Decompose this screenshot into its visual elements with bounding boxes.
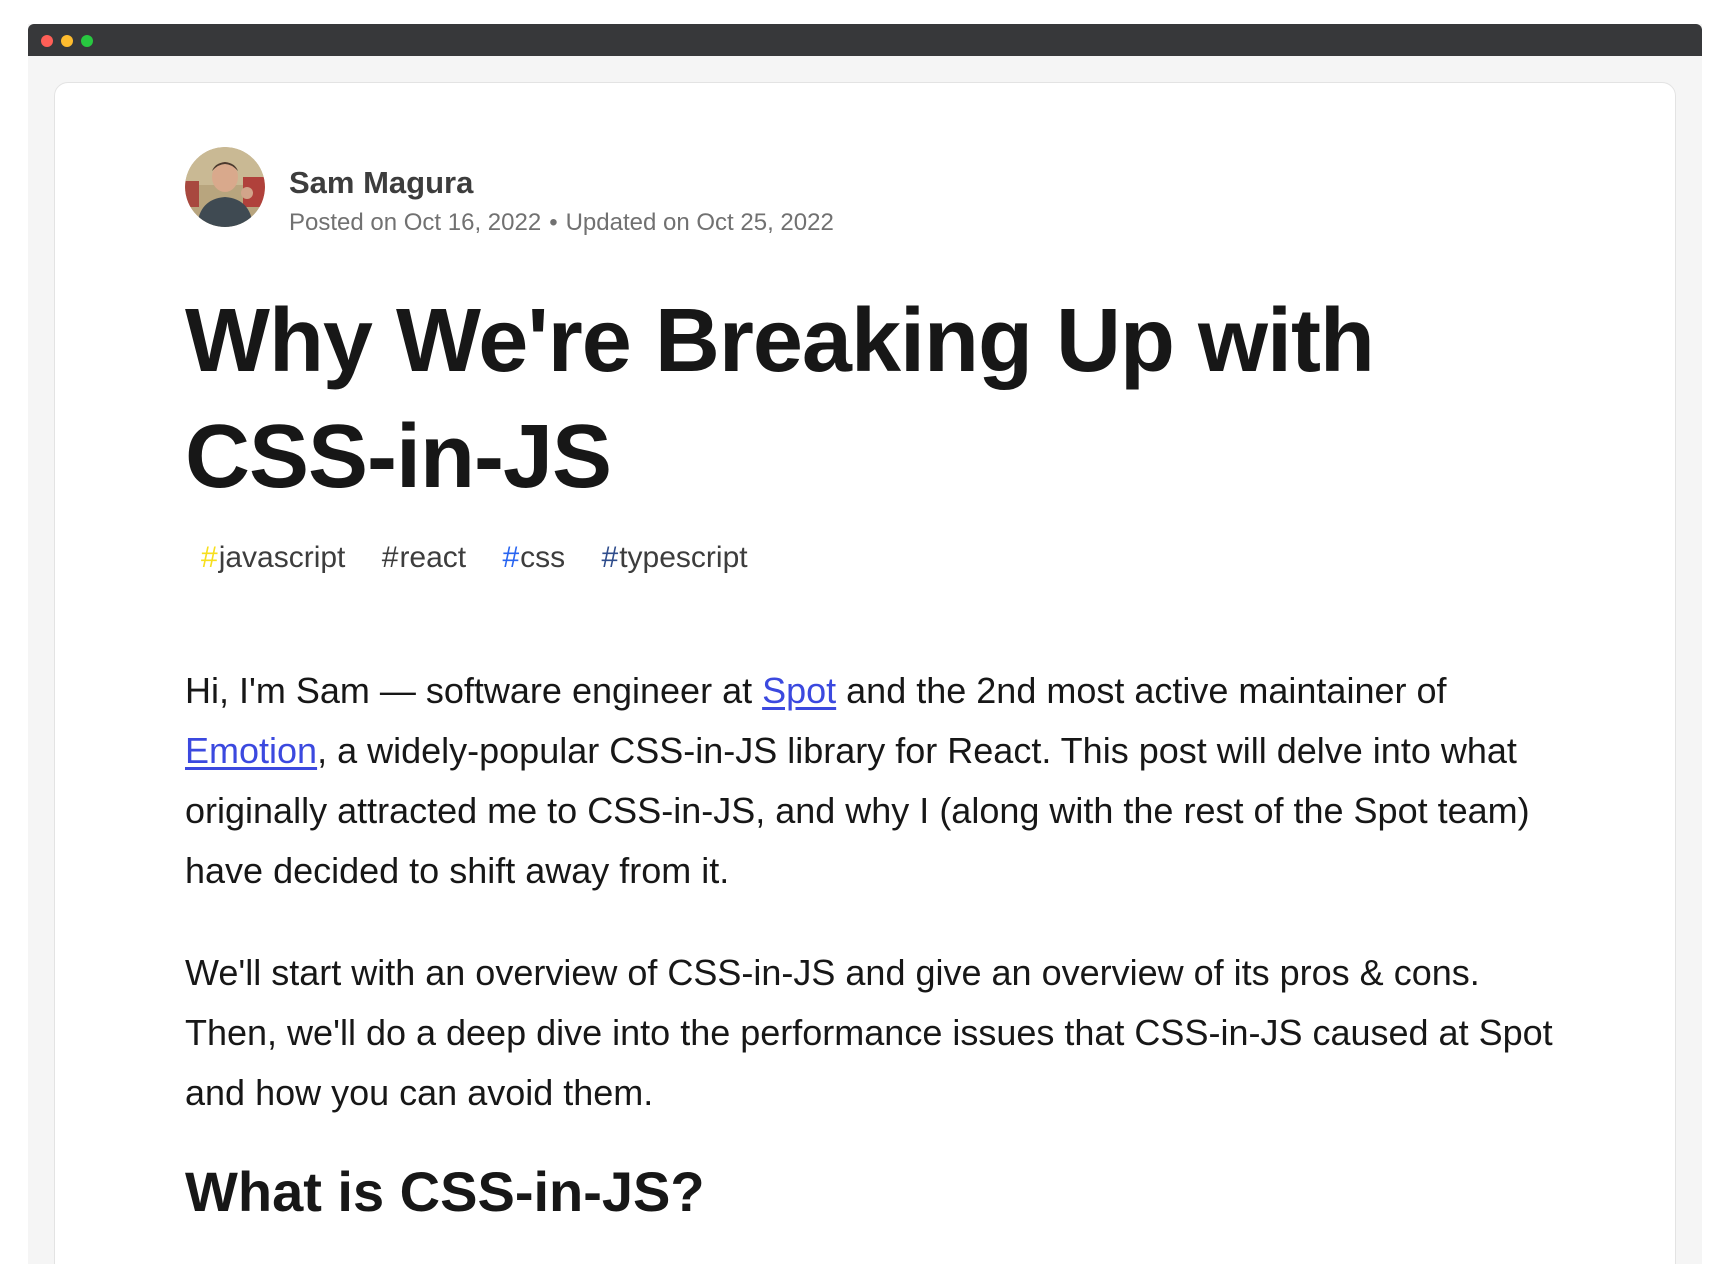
tag-hash: #	[601, 541, 619, 574]
window-titlebar	[28, 24, 1702, 56]
posted-date: Posted on Oct 16, 2022	[289, 209, 542, 236]
zoom-window-button[interactable]	[81, 35, 93, 47]
author-avatar[interactable]	[185, 147, 265, 227]
spot-link[interactable]: Spot	[762, 670, 836, 711]
tag-css[interactable]: #css	[502, 541, 565, 575]
intro-text-2: and the 2nd most active maintainer of	[836, 670, 1447, 711]
emotion-link[interactable]: Emotion	[185, 730, 317, 771]
tag-hash: #	[502, 541, 520, 574]
overview-paragraph: We'll start with an overview of CSS-in-J…	[185, 952, 1553, 1113]
profile-photo-icon	[185, 147, 265, 227]
section-heading: What is CSS-in-JS?	[185, 1160, 705, 1223]
tag-list: #javascript #react #css #typescript	[201, 541, 776, 575]
post-dates: Posted on Oct 16, 2022 • Updated on Oct 25…	[289, 209, 834, 237]
tag-react[interactable]: #react	[382, 541, 466, 575]
updated-date: Updated on Oct 25, 2022	[565, 209, 834, 236]
tag-label: javascript	[218, 541, 346, 574]
meta-separator: •	[549, 209, 558, 236]
close-window-button[interactable]	[41, 35, 53, 47]
intro-text-3: , a widely-popular CSS-in-JS library for…	[185, 730, 1530, 891]
tag-label: css	[520, 541, 566, 574]
author-name[interactable]: Sam Magura	[289, 165, 473, 201]
tag-javascript[interactable]: #javascript	[201, 541, 345, 575]
minimize-window-button[interactable]	[61, 35, 73, 47]
article-title: Why We're Breaking Up with CSS-in-JS	[185, 291, 1375, 507]
tag-hash: #	[201, 541, 218, 574]
tag-label: typescript	[619, 541, 748, 574]
article-card: Sam Magura Posted on Oct 16, 2022 • Update…	[54, 82, 1676, 1264]
browser-window: Sam Magura Posted on Oct 16, 2022 • Update…	[28, 24, 1702, 1264]
intro-paragraph: Hi, I'm Sam — software engineer at Spot …	[185, 661, 1565, 901]
tag-label: react	[399, 541, 467, 574]
intro-text-1: Hi, I'm Sam — software engineer at	[185, 670, 763, 711]
tag-typescript[interactable]: #typescript	[602, 541, 748, 575]
tag-hash: #	[381, 541, 399, 574]
